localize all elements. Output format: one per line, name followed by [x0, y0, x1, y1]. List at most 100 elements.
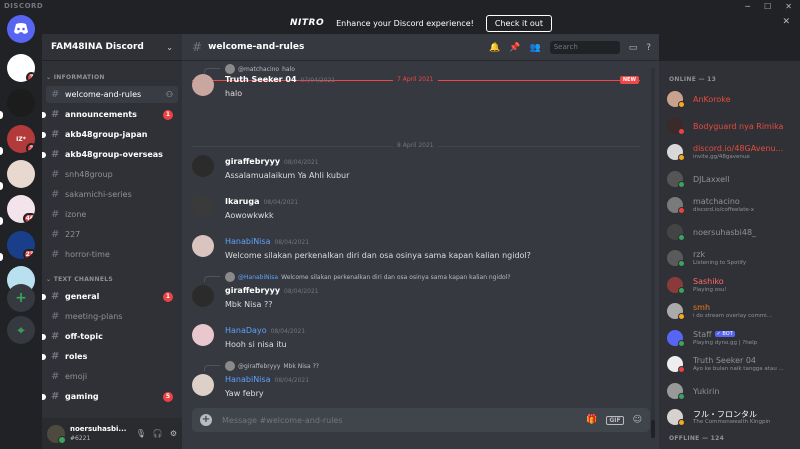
title-bar: DISCORD ─ ☐ ✕: [0, 0, 800, 12]
server-icon[interactable]: 7: [7, 54, 35, 82]
category-information[interactable]: ⌄ INFORMATION: [46, 74, 105, 81]
channel-meeting-plans[interactable]: # meeting-plans: [46, 308, 178, 325]
avatar[interactable]: [192, 324, 214, 346]
message-author[interactable]: HanabiNisa 08/04/2021: [225, 375, 309, 384]
message-author[interactable]: Truth Seeker 04 07/04/2021: [225, 75, 335, 84]
minimize-icon[interactable]: ─: [745, 2, 750, 11]
channel-gaming[interactable]: # gaming 5: [42, 388, 178, 405]
server-mention-badge: 7: [26, 72, 35, 82]
message-author[interactable]: HanaDayo 08/04/2021: [225, 326, 305, 335]
scrollbar-thumb[interactable]: [651, 420, 655, 438]
hash-icon: #: [51, 229, 60, 240]
server-icon[interactable]: [7, 160, 35, 188]
channel-horror-time[interactable]: # horror-time: [46, 246, 178, 263]
member-item[interactable]: Truth Seeker 04 Ayo ke bulan naik tangga …: [667, 353, 797, 375]
explore-servers-button[interactable]: ⌖: [7, 316, 35, 344]
microphone-icon[interactable]: 🎙: [136, 429, 146, 438]
channel-akb48group-overseas[interactable]: # akb48group-overseas: [42, 146, 178, 163]
avatar[interactable]: [192, 155, 214, 177]
status-online-icon: [678, 260, 685, 267]
scrollbar[interactable]: [651, 68, 655, 438]
hash-icon: #: [51, 169, 60, 180]
nitro-close-icon[interactable]: ✕: [782, 17, 790, 27]
message-author[interactable]: giraffebryyy 08/04/2021: [225, 157, 319, 166]
settings-gear-icon[interactable]: ⚙: [170, 429, 177, 438]
emoji-icon[interactable]: ☺: [633, 415, 642, 425]
reply-author: @HanabiNisa: [238, 273, 279, 281]
date-label: 8 April 2021: [393, 142, 438, 149]
message-composer[interactable]: + Message #welcome-and-rules 🎁 GIF ☺: [192, 408, 650, 432]
mention-badge: 1: [163, 291, 173, 302]
channel-snh48group[interactable]: # snh48group: [46, 166, 178, 183]
channel-akb48group-japan[interactable]: # akb48group-japan: [42, 126, 178, 143]
hash-icon: #: [51, 149, 60, 160]
guild-header[interactable]: FAM48INA Discord ⌄: [42, 34, 182, 61]
gift-icon[interactable]: 🎁: [586, 415, 597, 425]
avatar[interactable]: [192, 285, 214, 307]
server-icon[interactable]: [7, 89, 35, 117]
members-online-header: ONLINE — 13: [669, 76, 717, 83]
attach-plus-icon[interactable]: +: [200, 414, 212, 426]
help-icon[interactable]: ?: [646, 43, 651, 53]
user-info[interactable]: noersuhasbi... #6221: [70, 425, 136, 443]
channel-izone[interactable]: # izone: [46, 206, 178, 223]
hash-icon: #: [51, 209, 60, 220]
server-list: 7 IZ* 2 46 23 + ⌖: [0, 12, 42, 449]
member-item[interactable]: Sashiko Playing osu!: [667, 274, 797, 296]
channel-sakamichi-series[interactable]: # sakamichi-series: [46, 186, 178, 203]
message-input[interactable]: Message #welcome-and-rules: [222, 416, 586, 425]
member-item[interactable]: Bodyguard nya Rimika: [667, 115, 797, 137]
reply-preview[interactable]: @HanabiNisa Welcome silakan perkenalkan d…: [225, 272, 511, 282]
member-name-text: Staff: [693, 329, 712, 339]
channel-off-topic[interactable]: # off-topic: [42, 328, 178, 345]
member-item[interactable]: matchacino discord.io/coffeelate-x: [667, 194, 797, 216]
channel-name: meeting-plans: [65, 312, 123, 321]
channel-emoji[interactable]: # emoji: [46, 368, 178, 385]
member-item[interactable]: DJLaxxell: [667, 168, 797, 190]
headset-icon[interactable]: 🎧: [153, 429, 163, 438]
avatar[interactable]: [192, 235, 214, 257]
close-icon[interactable]: ✕: [785, 2, 792, 11]
member-item[interactable]: rzk Listening to Spotify: [667, 247, 797, 269]
member-item[interactable]: Yukirin: [667, 380, 797, 402]
avatar[interactable]: [192, 74, 214, 96]
mention-badge: 1: [163, 109, 173, 120]
hash-icon: #: [51, 129, 60, 140]
reply-preview[interactable]: @matchacino halo: [225, 64, 295, 74]
unread-indicator: [42, 293, 46, 300]
member-item[interactable]: smh i do stream overlay commi...: [667, 300, 797, 322]
server-icon[interactable]: 46: [7, 195, 35, 223]
search-input[interactable]: Search: [549, 41, 620, 54]
member-item[interactable]: Staff ✓ BOT Playing dyno.gg | ?help: [667, 327, 797, 349]
invite-user-icon[interactable]: ⚇: [166, 90, 173, 99]
member-item[interactable]: noersuhasbi48_: [667, 221, 797, 243]
channel-227[interactable]: #227: [46, 226, 178, 243]
unread-pill: [0, 253, 3, 261]
message-author[interactable]: HanabiNisa 08/04/2021: [225, 237, 309, 246]
channel-general[interactable]: # general 1: [42, 288, 178, 305]
channel-welcome-and-rules[interactable]: # welcome-and-rules ⚇: [46, 86, 178, 103]
server-icon[interactable]: IZ* 2: [7, 125, 35, 153]
avatar[interactable]: [47, 424, 66, 444]
channel-roles[interactable]: # roles: [42, 348, 178, 365]
message-author[interactable]: Ikaruga 08/04/2021: [225, 197, 298, 206]
member-item[interactable]: AnKoroke: [667, 88, 797, 110]
member-list-icon[interactable]: 👥: [529, 43, 540, 53]
avatar[interactable]: [192, 374, 214, 396]
channel-announcements[interactable]: # announcements 1: [42, 106, 178, 123]
maximize-icon[interactable]: ☐: [764, 2, 771, 11]
notification-bell-icon[interactable]: 🔔: [489, 43, 500, 53]
inbox-icon[interactable]: ▭: [629, 43, 638, 53]
member-item[interactable]: フル・フロンタル The Commonwealth Kingpin: [667, 406, 797, 428]
add-server-button[interactable]: +: [7, 284, 35, 312]
message-author[interactable]: giraffebryyy 08/04/2021: [225, 286, 319, 295]
category-text-channels[interactable]: ⌄ TEXT CHANNELS: [46, 276, 113, 283]
server-icon[interactable]: 23: [7, 231, 35, 259]
reply-preview[interactable]: @giraffebryyy Mbk Nisa ??: [225, 361, 319, 371]
avatar[interactable]: [192, 195, 214, 217]
home-button[interactable]: [7, 15, 35, 43]
nitro-check-button[interactable]: Check it out: [485, 14, 552, 32]
pin-icon[interactable]: 📌: [509, 43, 520, 53]
gif-button[interactable]: GIF: [606, 415, 624, 425]
member-item[interactable]: discord.io/48GAvenu... invite.gg/48gavenu…: [667, 141, 797, 163]
